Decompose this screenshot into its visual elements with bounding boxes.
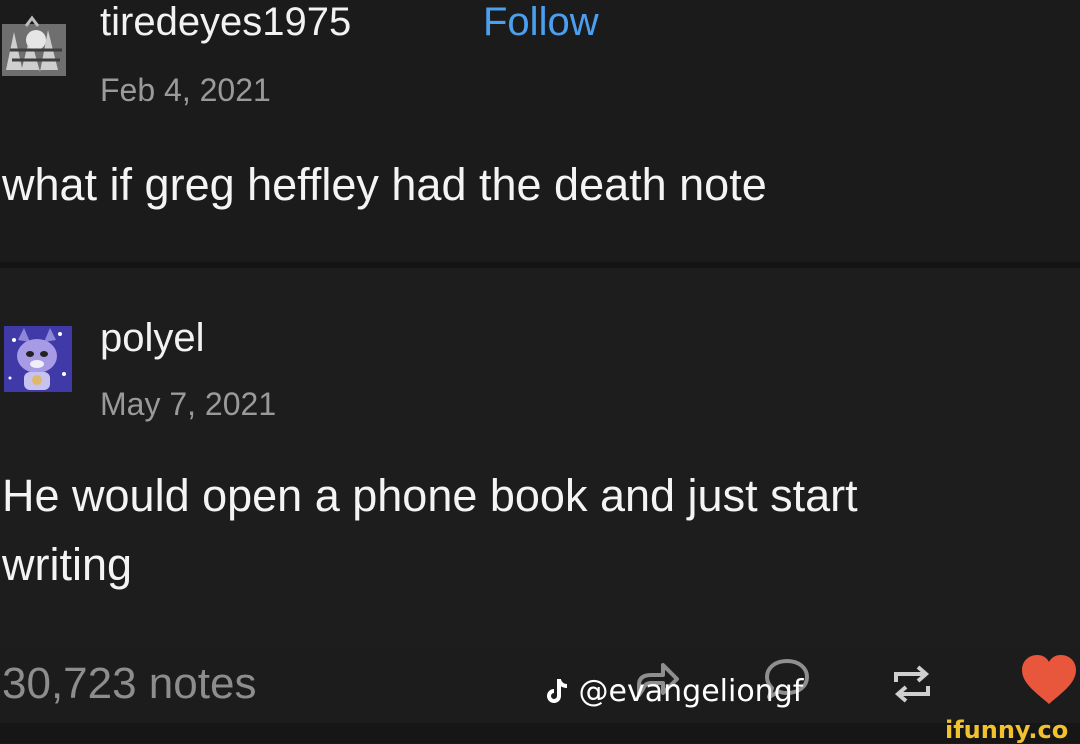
post-date: Feb 4, 2021 (100, 72, 271, 108)
avatar-tiredeyes1975[interactable] (0, 10, 74, 80)
tiktok-icon (547, 677, 569, 705)
avatar-polyel[interactable] (0, 322, 74, 392)
bottom-bar (0, 723, 1080, 743)
follow-button[interactable]: Follow (483, 2, 599, 42)
reply-author-username[interactable]: polyel (100, 318, 205, 358)
post-body-text: what if greg heffley had the death note (2, 159, 767, 210)
heart-icon[interactable] (1020, 654, 1076, 704)
reply-date: May 7, 2021 (100, 386, 277, 422)
reply-body-line-2: writing (2, 539, 133, 590)
notes-count[interactable]: 30,723 notes (2, 662, 256, 706)
post-author-username[interactable]: tiredeyes1975 (100, 2, 351, 42)
tumblr-post-screenshot: tiredeyes1975 Follow Feb 4, 2021 what if… (0, 0, 1080, 743)
reply-body-line-1: He would open a phone book and just star… (2, 470, 858, 521)
tiktok-watermark: @evangeliongf (547, 677, 803, 707)
reblog-icon[interactable] (888, 660, 936, 708)
reply-body-text: He would open a phone book and just star… (2, 461, 858, 599)
ifunny-logo: ifunny.co (945, 716, 1069, 744)
watermark-handle: @evangeliongf (578, 674, 804, 709)
